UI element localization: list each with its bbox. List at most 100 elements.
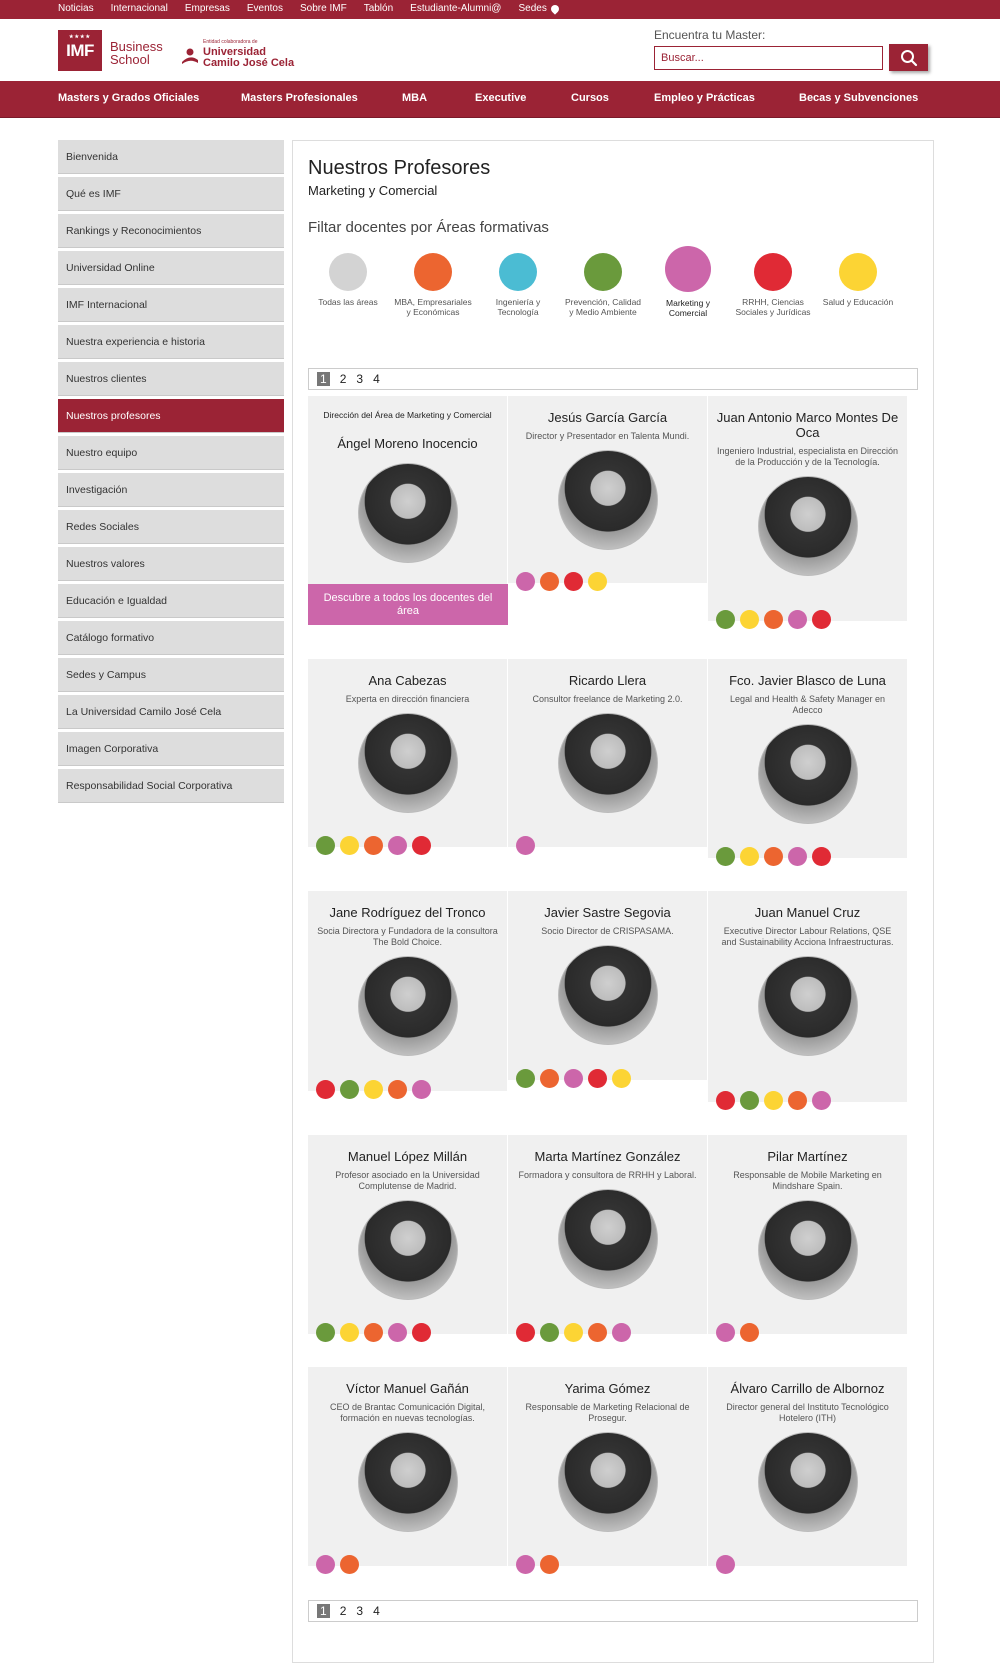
nav-executive[interactable]: Executive	[475, 92, 526, 104]
sidebar-item-nuestra-experiencia-e-historia[interactable]: Nuestra experiencia e historia	[58, 325, 284, 359]
area-tag-dot-red[interactable]	[516, 1323, 535, 1342]
professor-card[interactable]: Pilar Martínez Responsable de Mobile Mark…	[708, 1135, 907, 1342]
sidebar-item-bienvenida[interactable]: Bienvenida	[58, 140, 284, 174]
area-tag-dot-yellow[interactable]	[364, 1080, 383, 1099]
sidebar-item-nuestro-equipo[interactable]: Nuestro equipo	[58, 436, 284, 470]
area-tag-dot-green[interactable]	[716, 610, 735, 629]
sidebar-item-nuestros-valores[interactable]: Nuestros valores	[58, 547, 284, 581]
sidebar-item-catalogo-formativo[interactable]: Catálogo formativo	[58, 621, 284, 655]
professor-card[interactable]: Marta Martínez González Formadora y consu…	[508, 1135, 707, 1342]
area-tag-dot-green[interactable]	[316, 836, 335, 855]
page-link-4[interactable]: 4	[373, 372, 380, 386]
area-tag-dot-red[interactable]	[412, 836, 431, 855]
area-tag-dot-green[interactable]	[740, 1091, 759, 1110]
nav-cursos[interactable]: Cursos	[571, 92, 609, 104]
top-link-sobre-imf[interactable]: Sobre IMF	[300, 3, 347, 14]
area-tag-dot-yellow[interactable]	[740, 610, 759, 629]
area-tag-dot-yellow[interactable]	[340, 836, 359, 855]
sidebar-item-sedes-y-campus[interactable]: Sedes y Campus	[58, 658, 284, 692]
area-tag-dot-red[interactable]	[716, 1091, 735, 1110]
top-link-tablon[interactable]: Tablón	[364, 3, 393, 14]
page-link-4[interactable]: 4	[373, 1604, 380, 1618]
area-tag-dot-pink[interactable]	[788, 610, 807, 629]
area-tag-dot-green[interactable]	[340, 1080, 359, 1099]
professor-card[interactable]: Fco. Javier Blasco de Luna Legal and Heal…	[708, 659, 907, 866]
area-filter-prevencion-calidad-y-medio-ambiente[interactable]: Prevención, Calidad y Medio Ambiente	[563, 253, 643, 317]
area-tag-dot-pink[interactable]	[716, 1555, 735, 1574]
sidebar-item-imagen-corporativa[interactable]: Imagen Corporativa	[58, 732, 284, 766]
area-tag-dot-orange[interactable]	[340, 1555, 359, 1574]
sidebar-item-rankings-y-reconocimientos[interactable]: Rankings y Reconocimientos	[58, 214, 284, 248]
area-tag-dot-red[interactable]	[564, 572, 583, 591]
area-tag-dot-orange[interactable]	[388, 1080, 407, 1099]
area-tag-dot-pink[interactable]	[812, 1091, 831, 1110]
page-link-1[interactable]: 1	[317, 372, 330, 386]
area-tag-dot-orange[interactable]	[540, 1555, 559, 1574]
area-tag-dot-pink[interactable]	[516, 572, 535, 591]
professor-card[interactable]: Jesús García García Director y Presentado…	[508, 396, 707, 591]
page-link-2[interactable]: 2	[340, 372, 347, 386]
professor-card[interactable]: Juan Antonio Marco Montes De Oca Ingenier…	[708, 396, 907, 629]
area-tag-dot-orange[interactable]	[540, 572, 559, 591]
page-link-2[interactable]: 2	[340, 1604, 347, 1618]
sidebar-item-que-es-imf[interactable]: Qué es IMF	[58, 177, 284, 211]
area-tag-dot-yellow[interactable]	[612, 1069, 631, 1088]
sidebar-item-responsabilidad-social-corporativa[interactable]: Responsabilidad Social Corporativa	[58, 769, 284, 803]
professor-card[interactable]: Juan Manuel Cruz Executive Director Labou…	[708, 891, 907, 1110]
top-link-empresas[interactable]: Empresas	[185, 3, 230, 14]
sidebar-item-nuestros-clientes[interactable]: Nuestros clientes	[58, 362, 284, 396]
page-link-3[interactable]: 3	[356, 1604, 363, 1618]
area-tag-dot-red[interactable]	[812, 847, 831, 866]
director-card[interactable]: Dirección del Área de Marketing y Comerc…	[308, 396, 507, 591]
area-tag-dot-red[interactable]	[588, 1069, 607, 1088]
sidebar-item-redes-sociales[interactable]: Redes Sociales	[58, 510, 284, 544]
area-tag-dot-pink[interactable]	[388, 1323, 407, 1342]
area-tag-dot-orange[interactable]	[740, 1323, 759, 1342]
area-tag-dot-yellow[interactable]	[740, 847, 759, 866]
sidebar-item-investigacion[interactable]: Investigación	[58, 473, 284, 507]
top-link-sedes[interactable]: Sedes	[518, 3, 561, 15]
area-tag-dot-yellow[interactable]	[588, 572, 607, 591]
sidebar-item-imf-internacional[interactable]: IMF Internacional	[58, 288, 284, 322]
area-tag-dot-yellow[interactable]	[564, 1323, 583, 1342]
area-tag-dot-orange[interactable]	[764, 610, 783, 629]
professor-card[interactable]: Javier Sastre Segovia Socio Director de C…	[508, 891, 707, 1088]
sidebar-item-la-universidad-camilo-jose-cela[interactable]: La Universidad Camilo José Cela	[58, 695, 284, 729]
area-tag-dot-red[interactable]	[412, 1323, 431, 1342]
area-tag-dot-orange[interactable]	[764, 847, 783, 866]
area-tag-dot-pink[interactable]	[388, 836, 407, 855]
nav-mba[interactable]: MBA	[402, 92, 427, 104]
area-tag-dot-yellow[interactable]	[340, 1323, 359, 1342]
professor-card[interactable]: Yarima Gómez Responsable de Marketing Rel…	[508, 1367, 707, 1574]
area-tag-dot-pink[interactable]	[788, 847, 807, 866]
ucjc-name[interactable]: Universidad Camilo José Cela	[203, 47, 294, 69]
area-tag-dot-orange[interactable]	[364, 836, 383, 855]
page-link-3[interactable]: 3	[356, 372, 363, 386]
area-tag-dot-green[interactable]	[716, 847, 735, 866]
top-link-noticias[interactable]: Noticias	[58, 3, 94, 14]
area-tag-dot-pink[interactable]	[516, 836, 535, 855]
nav-empleo-practicas[interactable]: Empleo y Prácticas	[654, 92, 755, 104]
professor-card[interactable]: Ricardo Llera Consultor freelance de Mark…	[508, 659, 707, 855]
page-link-1[interactable]: 1	[317, 1604, 330, 1618]
professor-card[interactable]: Víctor Manuel Gañán CEO de Brantac Comuni…	[308, 1367, 507, 1574]
area-filter-ingenieria-y-tecnologia[interactable]: Ingeniería y Tecnología	[478, 253, 558, 317]
area-tag-dot-red[interactable]	[812, 610, 831, 629]
top-link-estudiante-alumni[interactable]: Estudiante-Alumni@	[410, 3, 501, 14]
imf-logo[interactable]: ★★★★ IMF	[58, 30, 102, 71]
area-tag-dot-red[interactable]	[316, 1080, 335, 1099]
professor-card[interactable]: Manuel López Millán Profesor asociado en …	[308, 1135, 507, 1342]
search-input[interactable]	[654, 46, 883, 70]
area-tag-dot-orange[interactable]	[540, 1069, 559, 1088]
area-tag-dot-orange[interactable]	[588, 1323, 607, 1342]
area-tag-dot-pink[interactable]	[412, 1080, 431, 1099]
discover-all-teachers-button[interactable]: Descubre a todos los docentes del área	[308, 584, 508, 625]
professor-card[interactable]: Álvaro Carrillo de Albornoz Director gene…	[708, 1367, 907, 1574]
area-tag-dot-green[interactable]	[516, 1069, 535, 1088]
area-tag-dot-yellow[interactable]	[764, 1091, 783, 1110]
nav-becas-subvenciones[interactable]: Becas y Subvenciones	[799, 92, 918, 104]
area-tag-dot-pink[interactable]	[564, 1069, 583, 1088]
sidebar-item-educacion-e-igualdad[interactable]: Educación e Igualdad	[58, 584, 284, 618]
area-tag-dot-pink[interactable]	[316, 1555, 335, 1574]
area-tag-dot-orange[interactable]	[788, 1091, 807, 1110]
